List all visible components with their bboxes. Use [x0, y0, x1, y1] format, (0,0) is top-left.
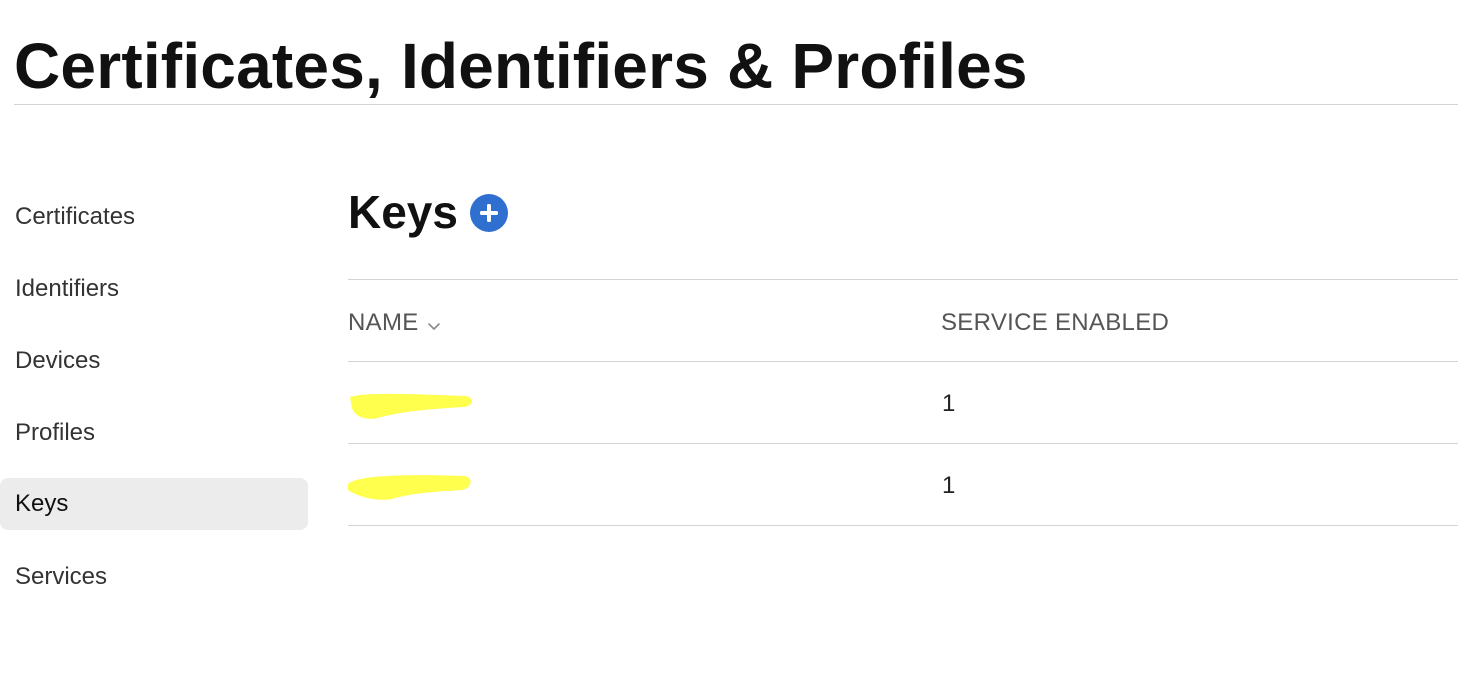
sidebar-item-label: Keys: [15, 490, 69, 517]
key-name-cell[interactable]: [348, 384, 478, 420]
highlight-redaction: [350, 393, 472, 419]
sidebar-item-identifiers[interactable]: Identifiers: [0, 263, 308, 315]
sidebar-item-services[interactable]: Services: [0, 551, 308, 603]
sidebar-item-label: Services: [15, 563, 108, 590]
sidebar-item-profiles[interactable]: Profiles: [0, 407, 308, 459]
table-row[interactable]: 1: [348, 362, 1458, 444]
service-enabled-count: 1: [942, 472, 956, 499]
table-top-divider: [348, 279, 1458, 280]
highlight-redaction: [348, 475, 471, 500]
chevron-down-icon: [427, 310, 441, 338]
sidebar-item-label: Devices: [15, 347, 101, 374]
sidebar-item-keys[interactable]: Keys: [0, 478, 308, 530]
column-header-service-enabled: SERVICE ENABLED: [941, 309, 1170, 336]
table-row[interactable]: 1: [348, 444, 1458, 526]
column-header-name[interactable]: NAME: [348, 309, 441, 338]
add-key-button[interactable]: [470, 194, 508, 232]
sidebar-item-certificates[interactable]: Certificates: [0, 191, 308, 243]
sidebar-item-label: Certificates: [15, 203, 136, 230]
section-title: Keys: [348, 186, 458, 238]
sidebar-item-devices[interactable]: Devices: [0, 335, 308, 387]
service-enabled-count: 1: [942, 390, 956, 417]
sidebar-item-label: Identifiers: [15, 275, 120, 302]
plus-circle-icon: [480, 204, 498, 222]
table-bottom-divider: [348, 525, 1458, 526]
sidebar-item-label: Profiles: [15, 419, 96, 446]
page-title: Certificates, Identifiers & Profiles: [14, 30, 1028, 102]
key-name-cell[interactable]: [348, 466, 478, 502]
column-header-label: NAME: [348, 309, 419, 336]
title-divider: [14, 104, 1458, 105]
